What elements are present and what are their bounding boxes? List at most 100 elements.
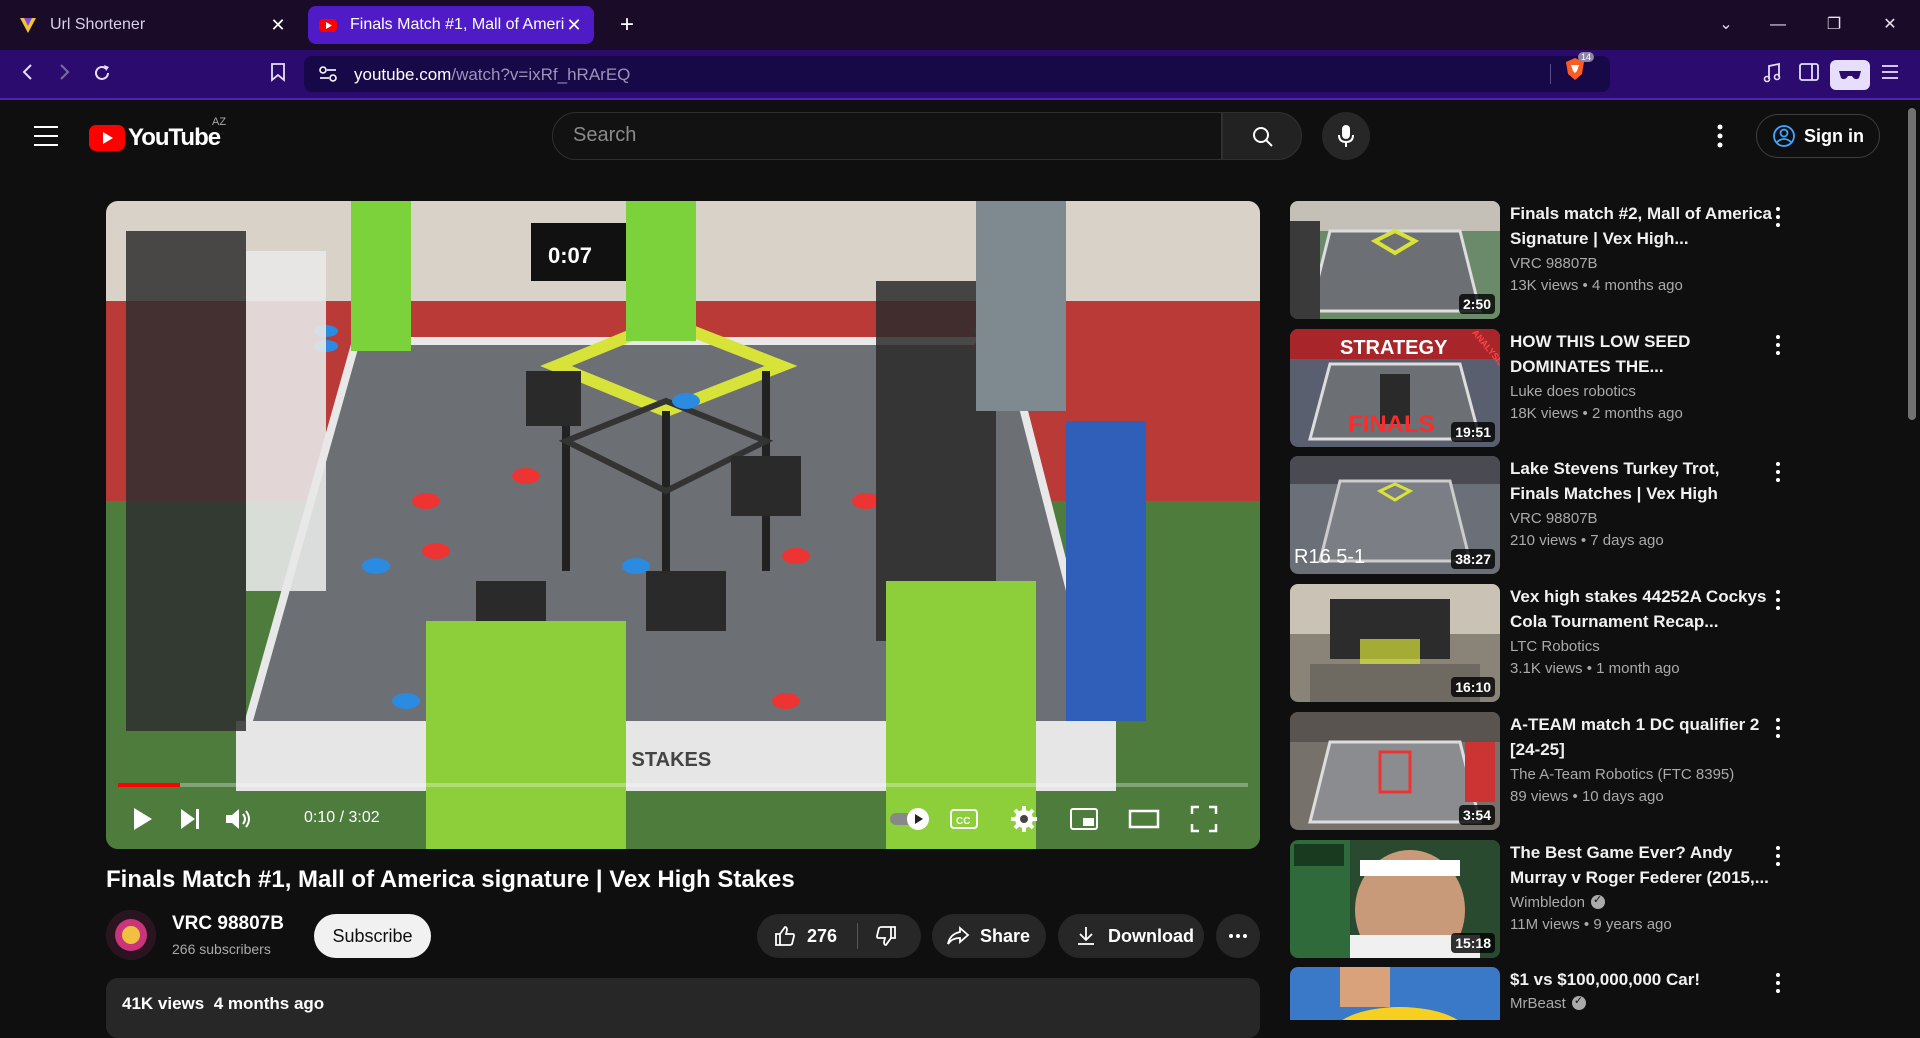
channel-name[interactable]: VRC 98807B: [1510, 510, 1598, 527]
channel-label: MrBeast: [1510, 995, 1566, 1012]
description-box[interactable]: 41K views 4 months ago: [106, 978, 1260, 1038]
video-duration: 16:10: [1451, 677, 1495, 697]
channel-name[interactable]: LTC Robotics: [1510, 638, 1600, 655]
view-count: 89 views: [1510, 788, 1569, 805]
sign-in-label: Sign in: [1804, 125, 1864, 146]
player-controls: 0:10 / 3:02 CC: [106, 789, 1260, 849]
settings-kebab-icon[interactable]: [1710, 122, 1730, 150]
new-tab-button[interactable]: +: [612, 10, 642, 40]
video-menu-kebab-icon[interactable]: [1770, 716, 1786, 740]
subtitles-icon[interactable]: CC: [948, 803, 980, 835]
video-menu-kebab-icon[interactable]: [1770, 588, 1786, 612]
url-path: /watch?v=ixRf_hRArEQ: [451, 65, 631, 84]
video-menu-kebab-icon[interactable]: [1770, 971, 1786, 995]
channel-name[interactable]: VRC 98807B: [1510, 255, 1598, 272]
minimize-button[interactable]: —: [1764, 12, 1792, 38]
more-actions-button[interactable]: [1216, 914, 1260, 958]
address-divider: [1550, 64, 1551, 84]
progress-bar[interactable]: [118, 783, 1248, 787]
tab-search-chevron-icon[interactable]: ⌄: [1712, 12, 1740, 38]
channel-logo-icon: [106, 910, 156, 960]
site-info-icon[interactable]: [318, 65, 338, 83]
close-tab-icon[interactable]: ✕: [268, 15, 288, 36]
sidebar-toggle-button[interactable]: [1795, 62, 1823, 88]
video-menu-kebab-icon[interactable]: [1770, 205, 1786, 229]
video-title[interactable]: The Best Game Ever? Andy Murray v Roger …: [1510, 840, 1772, 890]
next-video-icon[interactable]: [174, 803, 206, 835]
media-button[interactable]: [1758, 62, 1786, 88]
video-thumbnail[interactable]: [1290, 967, 1500, 1020]
back-button[interactable]: [14, 62, 42, 88]
video-menu-kebab-icon[interactable]: [1770, 333, 1786, 357]
channel-name[interactable]: Luke does robotics: [1510, 383, 1636, 400]
theater-mode-icon[interactable]: [1128, 803, 1160, 835]
video-player[interactable]: HIGH STAKES 0:07 0:10 / 3:02 CC: [106, 201, 1260, 849]
tab-url-shortener[interactable]: Url Shortener ✕: [8, 6, 298, 44]
page-scrollbar[interactable]: [1906, 108, 1918, 1018]
recommended-video[interactable]: 3:54 A-TEAM match 1 DC qualifier 2 [24-2…: [1290, 712, 1790, 830]
video-duration: 2:50: [1458, 294, 1495, 314]
video-title[interactable]: Vex high stakes 44252A Cockys Cola Tourn…: [1510, 584, 1772, 634]
scrollbar-thumb[interactable]: [1908, 108, 1916, 420]
video-thumbnail[interactable]: 15:18: [1290, 840, 1500, 958]
video-title[interactable]: $1 vs $100,000,000 Car!: [1510, 967, 1772, 992]
tab-youtube-video[interactable]: Finals Match #1, Mall of America signatu…: [308, 6, 594, 44]
reload-icon: [95, 65, 109, 80]
settings-gear-icon[interactable]: [1008, 803, 1040, 835]
channel-name[interactable]: The A-Team Robotics (FTC 8395): [1510, 766, 1734, 783]
browser-menu-button[interactable]: [1876, 62, 1904, 88]
recommended-video[interactable]: 2:50 Finals match #2, Mall of America Si…: [1290, 201, 1790, 319]
download-button[interactable]: Download: [1058, 914, 1204, 958]
restore-button[interactable]: ❐: [1820, 12, 1848, 38]
recommended-video[interactable]: 15:18 The Best Game Ever? Andy Murray v …: [1290, 840, 1790, 958]
video-title[interactable]: A-TEAM match 1 DC qualifier 2 [24-25]: [1510, 712, 1772, 762]
youtube-logo[interactable]: YouTube: [89, 124, 221, 152]
bookmark-button[interactable]: [264, 62, 292, 88]
reload-button[interactable]: [88, 62, 116, 88]
close-tab-icon[interactable]: ✕: [564, 15, 584, 36]
video-title[interactable]: Lake Stevens Turkey Trot, Finals Matches…: [1510, 456, 1772, 506]
video-thumbnail[interactable]: 2:50: [1290, 201, 1500, 319]
sign-in-button[interactable]: Sign in: [1756, 114, 1880, 158]
scoreboard-timer: 0:07: [548, 243, 592, 268]
close-window-button[interactable]: ✕: [1876, 12, 1904, 38]
fullscreen-icon[interactable]: [1188, 803, 1220, 835]
video-menu-kebab-icon[interactable]: [1770, 460, 1786, 484]
volume-icon[interactable]: [222, 803, 254, 835]
dislike-button[interactable]: [858, 914, 908, 958]
video-thumbnail[interactable]: 3:54: [1290, 712, 1500, 830]
youtube-play-logo-icon: [89, 125, 125, 151]
video-title[interactable]: HOW THIS LOW SEED DOMINATES THE...: [1510, 329, 1772, 379]
recommended-video[interactable]: STRATEGY FINALS ANALYSIS 19:51 HOW THIS …: [1290, 329, 1790, 447]
recommended-video[interactable]: R16 5-1 38:27 Lake Stevens Turkey Trot, …: [1290, 456, 1790, 574]
recommended-video[interactable]: $1 vs $100,000,000 Car! MrBeast: [1290, 967, 1790, 1020]
channel-name[interactable]: MrBeast: [1510, 994, 1586, 1012]
search-button[interactable]: [1222, 112, 1302, 160]
autoplay-toggle-icon[interactable]: [888, 803, 934, 835]
video-thumbnail[interactable]: 16:10: [1290, 584, 1500, 702]
thumbnail-overlay-bottom: R16 5-1: [1294, 546, 1366, 568]
video-thumbnail[interactable]: R16 5-1 38:27: [1290, 456, 1500, 574]
share-button[interactable]: Share: [932, 914, 1046, 958]
video-meta: 89 views • 10 days ago: [1510, 788, 1664, 805]
subscribe-button[interactable]: Subscribe: [314, 914, 431, 958]
thumbs-down-icon: [876, 926, 896, 946]
address-bar[interactable]: youtube.com/watch?v=ixRf_hRArEQ: [304, 56, 1610, 92]
channel-name[interactable]: Wimbledon: [1510, 893, 1606, 911]
guide-menu-icon[interactable]: [34, 126, 58, 146]
leo-ai-button[interactable]: [1830, 60, 1870, 90]
view-count: 210 views: [1510, 532, 1577, 549]
miniplayer-icon[interactable]: [1068, 803, 1100, 835]
video-title[interactable]: Finals match #2, Mall of America Signatu…: [1510, 201, 1772, 251]
video-menu-kebab-icon[interactable]: [1770, 844, 1786, 868]
forward-button[interactable]: [50, 62, 78, 88]
search-input[interactable]: [573, 124, 1173, 147]
upload-age: 9 years ago: [1593, 916, 1672, 933]
voice-search-button[interactable]: [1322, 112, 1370, 160]
channel-avatar[interactable]: [106, 910, 156, 960]
video-thumbnail[interactable]: STRATEGY FINALS ANALYSIS 19:51: [1290, 329, 1500, 447]
play-icon[interactable]: [126, 803, 158, 835]
like-button[interactable]: 276: [757, 914, 857, 958]
recommended-video[interactable]: 16:10 Vex high stakes 44252A Cockys Cola…: [1290, 584, 1790, 702]
channel-name[interactable]: VRC 98807B: [172, 913, 284, 935]
